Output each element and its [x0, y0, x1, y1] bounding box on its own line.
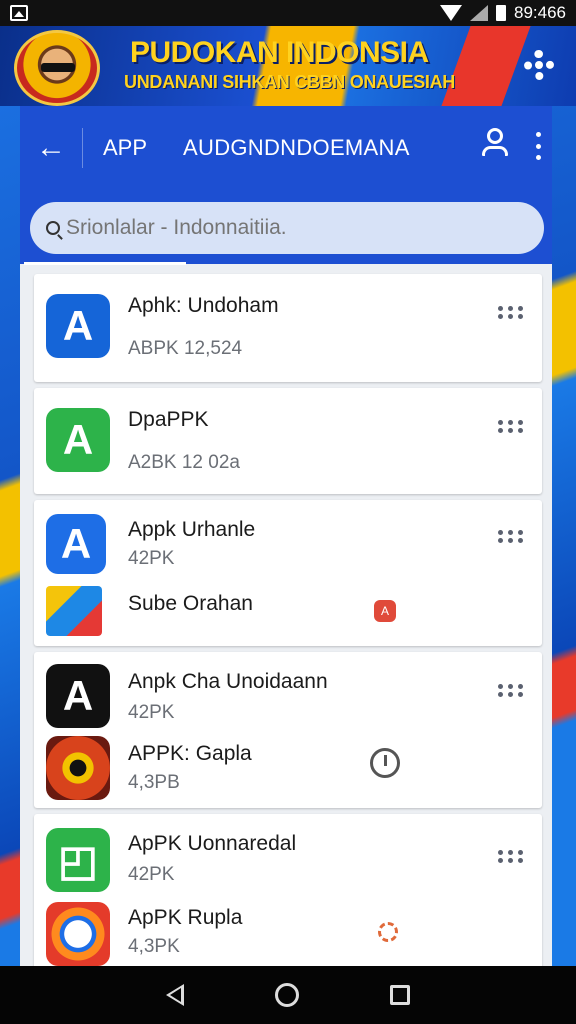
app-name: Sube Orahan: [128, 592, 253, 615]
app-meta: 4,3PB: [128, 772, 180, 793]
tab-indicator: [24, 262, 186, 265]
app-a-icon: A: [46, 514, 106, 574]
list-item[interactable]: A Aphk: Undoham ABPK 12,524: [34, 274, 542, 382]
app-meta: 42PK: [128, 548, 175, 569]
red-ring-icon: [46, 902, 110, 966]
banner-subtitle: UNDANANI SIHKAN CBBN ONAUESIAH: [124, 72, 456, 92]
app-name: ApPK Rupla: [128, 906, 243, 929]
app-row[interactable]: A Anpk Cha Unoidaann 42PK: [34, 664, 542, 734]
nav-home-icon[interactable]: [274, 983, 299, 1007]
app-meta: A2BK 12 02a: [128, 452, 240, 473]
more-options-icon[interactable]: [498, 420, 524, 434]
app-name: DpaPPK: [128, 408, 209, 431]
app-name: Anpk Cha Unoidaann: [128, 670, 328, 693]
wifi-icon: [440, 5, 462, 21]
app-meta: 4,3PK: [128, 936, 180, 957]
app-name: ApPK Uonnaredal: [128, 832, 297, 855]
app-meta: 42PK: [128, 864, 175, 885]
status-indicators: 89:466: [440, 3, 566, 23]
account-icon[interactable]: [480, 128, 510, 158]
more-options-icon[interactable]: [498, 850, 524, 864]
search-icon: [46, 221, 60, 235]
app-row[interactable]: APPK: Gapla 4,3PB: [34, 736, 542, 806]
status-time: 89:466: [514, 3, 566, 22]
app-name: Apрk Urhanle: [128, 518, 256, 541]
app-name: APPK: Gapla: [128, 742, 252, 765]
navigation-bar: [0, 966, 576, 1024]
nav-recents-icon[interactable]: [390, 985, 411, 1005]
app-row[interactable]: ApPK Rupla 4,3PK: [34, 902, 542, 972]
app-a-icon: A: [46, 408, 110, 472]
back-button[interactable]: ←: [20, 106, 82, 190]
more-options-icon[interactable]: [498, 684, 524, 698]
search-box[interactable]: [30, 202, 544, 254]
green-frame-icon: ◰: [46, 828, 110, 892]
promo-banner[interactable]: PUDOKAN INDONSIA UNDANANI SIHKAN CBBN ON…: [0, 26, 576, 106]
nav-back-icon[interactable]: [165, 984, 184, 1006]
app-panel: ← APP AUDGNDNDOEMANA A Aphk: Undoham ABP…: [20, 106, 552, 974]
more-options-icon[interactable]: [498, 306, 524, 320]
more-options-icon[interactable]: [498, 530, 524, 544]
signal-icon: [470, 5, 488, 21]
app-bar: ← APP AUDGNDNDOEMANA: [20, 106, 552, 190]
play-store-icon: [46, 586, 102, 636]
app-bar-divider: [82, 128, 83, 168]
app-row[interactable]: Sube Orahan A: [34, 586, 542, 656]
list-item[interactable]: A Anpk Cha Unoidaann 42PK APPK: Gapla 4,…: [34, 652, 542, 808]
app-name: Aphk: Undoham: [128, 294, 279, 317]
tab-app[interactable]: APP: [103, 135, 147, 161]
gift-icon[interactable]: [378, 922, 398, 942]
tab-title[interactable]: AUDGNDNDOEMANA: [183, 135, 410, 161]
gear-icon[interactable]: [524, 50, 554, 80]
app-meta: ABPK 12,524: [128, 338, 243, 359]
app-row[interactable]: A Aphk: Undoham ABPK 12,524: [34, 294, 542, 364]
app-meta: 42PK: [128, 702, 175, 723]
image-notification-icon: [10, 5, 28, 21]
list-item[interactable]: A Apрk Urhanle 42PK Sube Orahan A: [34, 500, 542, 646]
update-icon[interactable]: [370, 748, 400, 778]
banner-title: PUDOKAN INDONSIA: [130, 36, 429, 69]
list-item[interactable]: ◰ ApPK Uonnaredal 42PK ApPK Rupla 4,3PK: [34, 814, 542, 974]
notification-badge[interactable]: A: [374, 600, 396, 622]
status-bar: 89:466: [0, 0, 576, 26]
battery-icon: [496, 5, 506, 21]
app-a-icon: A: [46, 664, 110, 728]
target-icon: [46, 736, 110, 800]
more-options-icon[interactable]: [534, 132, 542, 160]
search-input[interactable]: [66, 216, 506, 240]
app-row[interactable]: A DpaPPK A2BK 12 02a: [34, 408, 542, 478]
app-row[interactable]: ◰ ApPK Uonnaredal 42PK: [34, 828, 542, 898]
banner-avatar: [14, 30, 100, 106]
banner-stripe: [441, 26, 531, 106]
app-row[interactable]: A Apрk Urhanle 42PK: [34, 514, 542, 584]
list-item[interactable]: A DpaPPK A2BK 12 02a: [34, 388, 542, 494]
app-a-icon: A: [46, 294, 110, 358]
search-area: [20, 190, 552, 264]
